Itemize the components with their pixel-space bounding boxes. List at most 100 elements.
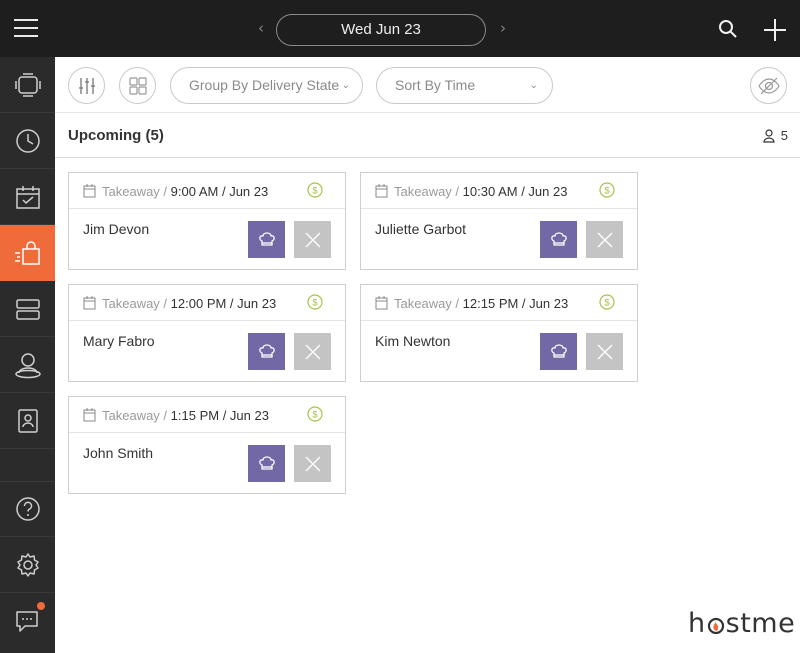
cancel-order-button[interactable]: [294, 333, 331, 370]
send-to-kitchen-button[interactable]: [248, 333, 285, 370]
guest-name: Jim Devon: [83, 221, 150, 237]
calendar-small-icon: [375, 296, 388, 310]
filter-sliders-icon: [78, 77, 95, 94]
hide-button[interactable]: [750, 67, 787, 104]
settings-icon: [16, 552, 39, 577]
close-icon: [305, 232, 320, 247]
sidebar-item-guests[interactable]: [0, 337, 55, 393]
hostme-logo: h stme: [688, 608, 795, 639]
section-title: Upcoming (5): [68, 127, 164, 144]
order-card-header: Takeaway / 9:00 AM / Jun 23 $: [69, 173, 345, 209]
order-type: Takeaway /: [394, 296, 460, 311]
send-to-kitchen-button[interactable]: [248, 221, 285, 258]
date-navigator: ‹ Wed Jun 23 ›: [254, 14, 510, 46]
order-time: 12:00 PM / Jun 23: [170, 296, 277, 311]
chef-hat-icon: [258, 343, 275, 358]
send-to-kitchen-button[interactable]: [540, 221, 577, 258]
guest-count-value: 5: [780, 128, 788, 143]
notification-dot: [37, 602, 45, 610]
send-to-kitchen-button[interactable]: [540, 333, 577, 370]
tablet-icon: [14, 72, 41, 97]
dollar-icon: $: [307, 406, 323, 422]
cancel-order-button[interactable]: [586, 333, 623, 370]
cancel-order-button[interactable]: [294, 221, 331, 258]
cancel-order-button[interactable]: [586, 221, 623, 258]
svg-text:$: $: [604, 186, 609, 196]
add-icon[interactable]: [763, 18, 787, 42]
sidebar-item-history[interactable]: [0, 113, 55, 169]
sort-by-dropdown[interactable]: Sort By Time ⌄: [376, 67, 553, 104]
order-time: 9:00 AM / Jun 23: [170, 184, 269, 199]
calendar-small-icon: [375, 184, 388, 198]
sort-by-label: Sort By Time: [395, 77, 476, 93]
sidebar-item-reservations[interactable]: [0, 169, 55, 225]
order-card[interactable]: Takeaway / 1:15 PM / Jun 23 $ John Smith: [68, 396, 346, 494]
date-picker-button[interactable]: Wed Jun 23: [276, 14, 486, 46]
takeaway-bag-icon: [14, 241, 40, 265]
person-icon: [763, 128, 775, 143]
order-card-header: Takeaway / 1:15 PM / Jun 23 $: [69, 397, 345, 433]
close-icon: [305, 456, 320, 471]
svg-text:$: $: [312, 186, 317, 196]
guest-name: Kim Newton: [375, 333, 451, 349]
order-card-header: Takeaway / 12:15 PM / Jun 23 $: [361, 285, 637, 321]
hide-eye-icon: [757, 77, 780, 94]
guest-icon: [14, 352, 41, 378]
clock-icon: [15, 128, 40, 153]
guest-name: Juliette Garbot: [375, 221, 467, 237]
help-icon: [15, 497, 40, 521]
flame-icon: [707, 617, 724, 634]
sidebar-item-floor[interactable]: [0, 57, 55, 113]
guest-count: 5: [762, 128, 788, 143]
order-card[interactable]: Takeaway / 10:30 AM / Jun 23 $ Juliette …: [360, 172, 638, 270]
search-icon[interactable]: [718, 19, 738, 39]
close-icon: [305, 344, 320, 359]
sidebar-item-tables[interactable]: [0, 281, 55, 337]
group-by-label: Group By Delivery State: [189, 77, 340, 93]
calendar-icon: [15, 185, 40, 209]
chat-icon: [15, 611, 38, 632]
section-header: Upcoming (5) 5: [55, 113, 800, 158]
top-bar: ‹ Wed Jun 23 ›: [0, 0, 800, 57]
cancel-order-button[interactable]: [294, 445, 331, 482]
chef-hat-icon: [550, 231, 567, 246]
order-card-header: Takeaway / 10:30 AM / Jun 23 $: [361, 173, 637, 209]
svg-text:$: $: [312, 298, 317, 308]
sidebar: [0, 57, 55, 653]
group-by-dropdown[interactable]: Group By Delivery State ⌄: [170, 67, 363, 104]
send-to-kitchen-button[interactable]: [248, 445, 285, 482]
chef-hat-icon: [550, 343, 567, 358]
order-card[interactable]: Takeaway / 9:00 AM / Jun 23 $ Jim Devon: [68, 172, 346, 270]
previous-day-button[interactable]: ‹: [258, 19, 264, 37]
filter-button[interactable]: [68, 67, 105, 104]
chevron-down-icon: ⌄: [341, 80, 350, 91]
grid-view-button[interactable]: [119, 67, 156, 104]
svg-text:$: $: [604, 298, 609, 308]
order-card[interactable]: Takeaway / 12:15 PM / Jun 23 $ Kim Newto…: [360, 284, 638, 382]
grid-view-icon: [128, 76, 147, 95]
calendar-small-icon: [83, 184, 96, 198]
order-card[interactable]: Takeaway / 12:00 PM / Jun 23 $ Mary Fabr…: [68, 284, 346, 382]
svg-text:$: $: [312, 410, 317, 420]
dollar-icon: $: [307, 294, 323, 310]
logo-suffix: stme: [725, 608, 796, 639]
order-time: 12:15 PM / Jun 23: [462, 296, 569, 311]
order-time: 10:30 AM / Jun 23: [462, 184, 568, 199]
menu-icon[interactable]: [14, 17, 40, 39]
next-day-button[interactable]: ›: [500, 19, 506, 37]
guest-name: John Smith: [83, 445, 154, 461]
guest-name: Mary Fabro: [83, 333, 155, 349]
contact-book-icon: [17, 408, 38, 433]
sidebar-item-contacts[interactable]: [0, 393, 55, 449]
order-type: Takeaway /: [102, 408, 168, 423]
sidebar-item-takeaway[interactable]: [0, 225, 55, 281]
sidebar-item-settings[interactable]: [0, 537, 55, 593]
order-card-header: Takeaway / 12:00 PM / Jun 23 $: [69, 285, 345, 321]
logo-prefix: h: [688, 608, 706, 639]
sidebar-item-chat[interactable]: [0, 593, 55, 649]
sidebar-item-help[interactable]: [0, 481, 55, 537]
close-icon: [597, 344, 612, 359]
server-rows-icon: [15, 298, 40, 320]
order-type: Takeaway /: [102, 296, 168, 311]
chevron-down-icon: ⌄: [529, 80, 538, 91]
